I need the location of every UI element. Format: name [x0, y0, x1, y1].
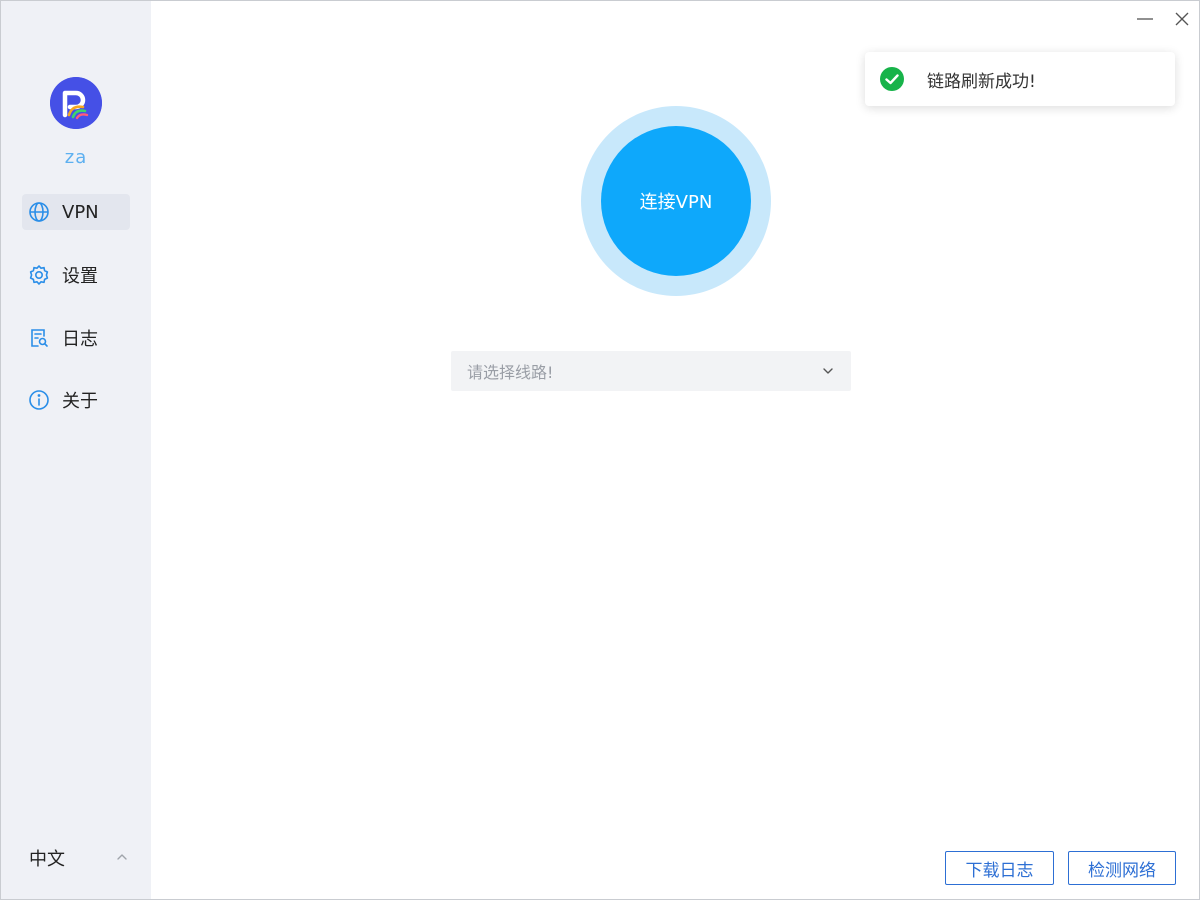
sidebar: za VPN 设置 日志 关于 中文 — [1, 1, 151, 899]
app-window: za VPN 设置 日志 关于 中文 连接VPN 请选择线路! 链路刷新成功! … — [0, 0, 1200, 900]
minimize-button[interactable] — [1135, 9, 1155, 29]
minimize-icon — [1137, 18, 1153, 20]
route-select[interactable]: 请选择线路! — [451, 351, 851, 391]
check-circle-icon — [879, 66, 905, 92]
chevron-up-icon — [115, 849, 129, 868]
sidebar-item-settings[interactable]: 设置 — [22, 257, 130, 293]
sidebar-item-label: 日志 — [62, 329, 98, 350]
sidebar-item-about[interactable]: 关于 — [22, 382, 130, 418]
sidebar-item-vpn[interactable]: VPN — [22, 194, 130, 230]
sidebar-item-label: 设置 — [62, 266, 98, 287]
sidebar-item-label: VPN — [62, 201, 99, 223]
toast-message: 链路刷新成功! — [927, 71, 1036, 92]
sidebar-item-logs[interactable]: 日志 — [22, 320, 130, 356]
globe-icon — [28, 201, 50, 223]
sidebar-item-label: 关于 — [62, 391, 98, 412]
info-icon — [28, 389, 50, 411]
route-select-placeholder: 请选择线路! — [467, 363, 554, 382]
app-logo-icon — [50, 77, 102, 129]
download-log-button[interactable]: 下载日志 — [945, 851, 1054, 885]
chevron-down-icon — [821, 364, 835, 378]
success-toast: 链路刷新成功! — [865, 52, 1175, 106]
log-search-icon — [28, 327, 50, 349]
close-button[interactable] — [1172, 9, 1192, 29]
check-network-button[interactable]: 检测网络 — [1068, 851, 1176, 885]
gear-icon — [28, 264, 50, 286]
language-selector[interactable]: 中文 — [29, 845, 129, 871]
username: za — [64, 147, 88, 168]
close-icon — [1175, 12, 1189, 26]
avatar[interactable] — [50, 77, 102, 129]
language-label: 中文 — [29, 849, 65, 870]
connect-vpn-button[interactable]: 连接VPN — [601, 126, 751, 276]
